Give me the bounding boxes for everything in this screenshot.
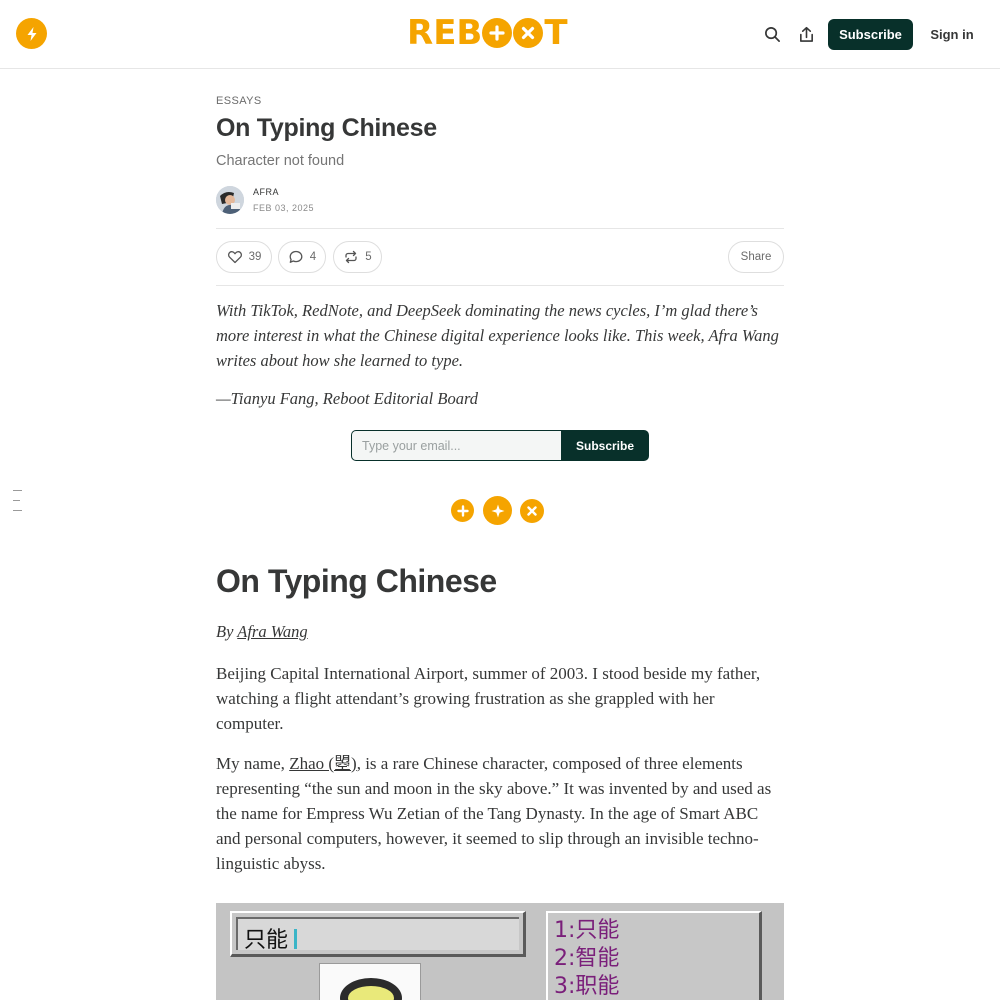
comment-count: 4 (309, 251, 317, 263)
like-count: 39 (248, 251, 262, 263)
bolt-icon (27, 26, 36, 41)
comment-icon (289, 250, 303, 263)
ime-input-text: 只能 (244, 928, 289, 953)
top-navigation-bar: R E B T Subscribe Sign in (0, 0, 1000, 69)
editor-note: With TikTok, RedNote, and DeepSeek domin… (216, 301, 779, 370)
ime-logo-card (319, 963, 421, 1000)
share-button[interactable]: Share (728, 241, 784, 273)
zhao-character-link[interactable]: Zhao (曌) (289, 754, 357, 773)
article-paragraph: Beijing Capital International Airport, s… (216, 664, 761, 733)
comment-button[interactable]: 4 (278, 241, 326, 273)
share-icon[interactable] (796, 24, 816, 44)
reboot-wordmark[interactable]: R E B T (407, 16, 568, 50)
search-icon[interactable] (762, 24, 782, 44)
section-label[interactable]: ESSAYS (216, 95, 262, 107)
post-date: FEB 03, 2025 (253, 203, 315, 213)
ime-candidate: 1:只能 (554, 918, 620, 943)
restack-button[interactable]: 5 (333, 241, 382, 273)
restack-icon (345, 250, 357, 264)
ime-candidate: 3:职能 (554, 974, 620, 999)
ime-input-box: 只能 (230, 911, 526, 957)
plus-glyph (482, 18, 513, 48)
like-button[interactable]: 39 (216, 241, 272, 273)
editor-signoff: —Tianyu Fang, Reboot Editorial Board (216, 389, 479, 408)
divider (216, 285, 784, 286)
subscribe-button[interactable]: Subscribe (828, 19, 913, 50)
ime-candidate: 2:智能 (554, 946, 620, 971)
article-byline: By Afra Wang (216, 622, 308, 641)
cross-ornament-icon (520, 499, 544, 523)
subscribe-submit-button[interactable]: Subscribe (561, 430, 649, 461)
email-input[interactable] (351, 430, 563, 461)
toc-marker[interactable] (13, 500, 20, 501)
publication-logo[interactable] (16, 18, 47, 49)
toc-marker[interactable] (13, 490, 22, 491)
restack-count: 5 (365, 251, 372, 263)
toc-marker[interactable] (13, 510, 22, 511)
ime-candidate-box: 1:只能 2:智能 3:职能 (546, 911, 762, 1000)
ime-screenshot-image: 只能 1:只能 2:智能 3:职能 (216, 903, 784, 1000)
divider (216, 228, 784, 229)
avatar[interactable] (216, 186, 244, 214)
share-label: Share (740, 251, 772, 263)
author-name[interactable]: AFRA (253, 187, 279, 197)
article-paragraph: My name, Zhao (曌), is a rare Chinese cha… (216, 754, 772, 873)
article-title: On Typing Chinese (216, 563, 497, 599)
post-subtitle: Character not found (216, 153, 345, 169)
ime-caret (294, 929, 297, 949)
plus-ornament-icon (451, 499, 474, 522)
post-title: On Typing Chinese (216, 114, 437, 142)
sign-in-button[interactable]: Sign in (925, 19, 979, 50)
heart-icon (227, 251, 242, 264)
cross-glyph (513, 18, 544, 48)
bolt-ornament-icon (483, 496, 512, 525)
byline-author-link[interactable]: Afra Wang (237, 622, 307, 641)
